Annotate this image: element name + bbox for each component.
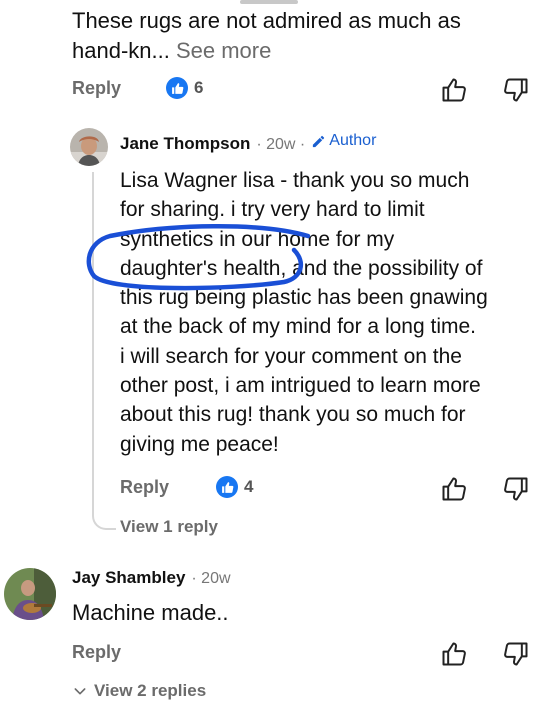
comment-body: Machine made.. xyxy=(72,600,229,625)
like-count-badge[interactable]: 6 xyxy=(166,77,203,99)
like-count-badge[interactable]: 4 xyxy=(216,476,253,498)
like-count: 4 xyxy=(244,477,254,496)
timestamp: · 20w xyxy=(191,570,231,587)
dislike-thumb-icon[interactable] xyxy=(502,640,530,668)
like-icon xyxy=(166,77,188,99)
view-replies-link[interactable]: View 1 reply xyxy=(120,517,218,537)
view-replies-link[interactable]: View 2 replies xyxy=(72,681,206,701)
comment-header: Jay Shambley · 20w xyxy=(72,568,231,588)
reply-button[interactable]: Reply xyxy=(120,477,169,498)
reply-body: Lisa Wagner lisa - thank you so much for… xyxy=(120,166,530,459)
like-icon xyxy=(216,476,238,498)
like-count: 6 xyxy=(194,78,204,97)
chevron-down-icon xyxy=(74,688,86,695)
author-name[interactable]: Jay Shambley xyxy=(72,568,185,588)
timestamp: · 20w · xyxy=(256,135,306,153)
reply-line: other post, i am intrigued to learn more xyxy=(120,374,481,398)
highlight-scribble xyxy=(86,223,311,291)
avatar[interactable] xyxy=(70,128,108,166)
like-thumb-icon[interactable] xyxy=(440,76,468,104)
drag-handle[interactable] xyxy=(240,0,298,4)
reply-line: i will search for your comment on the xyxy=(120,344,462,368)
comment-text: These rugs are not admired as much as ha… xyxy=(72,6,512,66)
see-more-link[interactable]: See more xyxy=(176,38,271,63)
reply-header: Jane Thompson · 20w · Author xyxy=(120,132,376,154)
dislike-thumb-icon[interactable] xyxy=(502,475,530,503)
view-replies-label: View 2 replies xyxy=(94,681,207,700)
reply-line: giving me peace! xyxy=(120,432,279,456)
pencil-icon xyxy=(313,135,325,147)
author-name[interactable]: Jane Thompson xyxy=(120,134,250,154)
like-thumb-icon[interactable] xyxy=(440,475,468,503)
reply-line: at the back of my mind for a long time. xyxy=(120,315,476,339)
reply-line: about this rug! thank you so much for xyxy=(120,403,466,427)
dislike-thumb-icon[interactable] xyxy=(502,76,530,104)
reply-button[interactable]: Reply xyxy=(72,642,121,663)
reply-line: Lisa Wagner lisa - thank you so much xyxy=(120,169,470,192)
reply-button[interactable]: Reply xyxy=(72,78,121,99)
author-badge: Author xyxy=(311,132,376,150)
author-label: Author xyxy=(329,132,377,149)
like-thumb-icon[interactable] xyxy=(440,640,468,668)
avatar[interactable] xyxy=(4,568,56,620)
